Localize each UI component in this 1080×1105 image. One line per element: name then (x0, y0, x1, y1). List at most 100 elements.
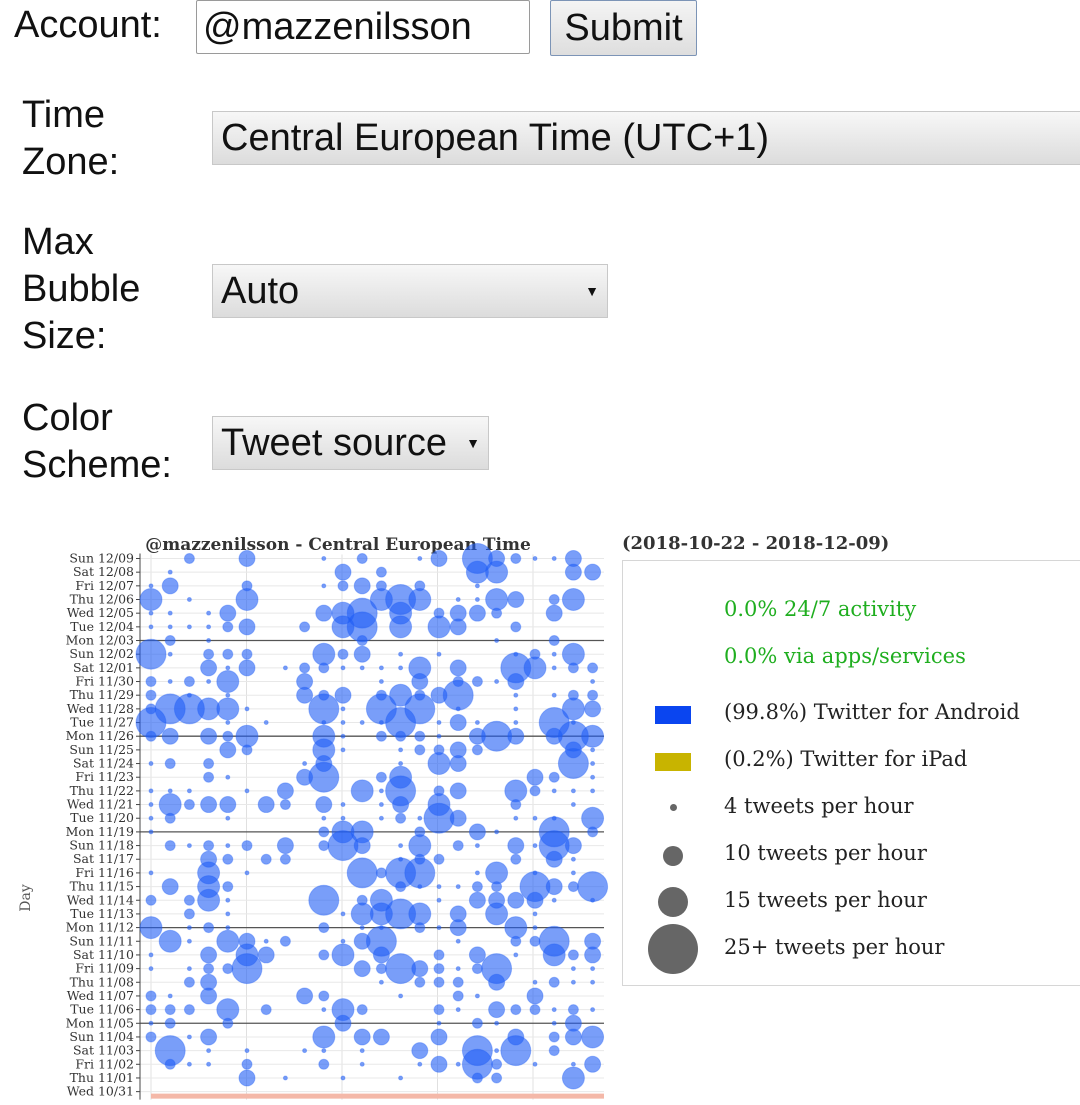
color-scheme-select[interactable]: Tweet source ▼ (212, 416, 489, 470)
bubble (491, 607, 503, 619)
bubble (545, 878, 563, 896)
bubble (222, 730, 234, 742)
bubble (408, 902, 432, 926)
bubble (244, 1048, 250, 1054)
bubble (235, 588, 259, 612)
bubble (529, 1004, 541, 1016)
bubble (433, 963, 445, 975)
bubble (557, 748, 589, 780)
bubble (164, 812, 176, 824)
bubble (485, 902, 509, 926)
bubble (513, 815, 519, 821)
bubble (378, 679, 384, 685)
bubble (353, 577, 371, 595)
timezone-select[interactable]: Central European Time (UTC+1) (212, 111, 1080, 165)
bubble (225, 815, 231, 821)
bubble (449, 618, 467, 636)
bubble (225, 720, 231, 726)
bubble (548, 1045, 560, 1057)
bubble (570, 788, 576, 794)
bubble (183, 894, 195, 906)
bubble (356, 1004, 368, 1016)
bubble (584, 946, 602, 964)
bubble (318, 826, 330, 838)
bubble (148, 815, 154, 821)
bubble (590, 897, 596, 903)
bubble-size-select[interactable]: Auto ▼ (212, 264, 608, 318)
size-4-dot (670, 804, 677, 811)
bubble (353, 645, 371, 663)
bubble (203, 840, 215, 852)
bubble (299, 621, 311, 633)
bubble (427, 752, 451, 776)
bubble (148, 788, 154, 794)
bubble (222, 963, 234, 975)
submit-button[interactable]: Submit (550, 0, 697, 56)
bubble (551, 692, 557, 698)
bubble (494, 1020, 500, 1026)
bubble (183, 799, 195, 811)
bubble (340, 733, 346, 739)
bubble (436, 884, 442, 890)
bubble (186, 966, 192, 972)
timezone-select-value: Central European Time (UTC+1) (221, 117, 770, 159)
bubble (395, 812, 407, 824)
bubble (222, 621, 234, 633)
bubble (471, 1072, 483, 1084)
bubble (548, 635, 560, 647)
bubble (167, 610, 173, 616)
bubble (504, 916, 528, 940)
bubble (139, 916, 163, 940)
bubble (449, 755, 467, 773)
bubble (392, 796, 410, 814)
color-scheme-label: Color Scheme: (22, 395, 172, 489)
size-10-dot (663, 846, 683, 866)
bubble (481, 720, 513, 752)
bubble (474, 583, 480, 589)
bubble (526, 768, 544, 786)
bubble (340, 1075, 346, 1081)
bubble (219, 741, 237, 759)
bubble (203, 758, 215, 770)
bubble (581, 724, 605, 748)
bubble (375, 963, 387, 975)
account-input[interactable] (196, 0, 530, 54)
bubble (551, 665, 557, 671)
bubble (455, 884, 461, 890)
bubble (510, 1004, 522, 1016)
bubble (321, 720, 327, 726)
bubble (436, 651, 442, 657)
bubble (526, 987, 544, 1005)
bubble (139, 588, 163, 612)
bubble (532, 979, 538, 985)
bubble (225, 925, 231, 931)
bubble (570, 856, 576, 862)
bubble (414, 922, 426, 934)
bubble (564, 837, 582, 855)
bubble (389, 615, 413, 639)
bubble (359, 665, 365, 671)
bubble (321, 556, 327, 561)
bubble (299, 662, 311, 674)
bubble (359, 925, 365, 931)
bubble (356, 635, 368, 647)
bubble (567, 1004, 579, 1016)
bubble (200, 659, 218, 677)
bubble (340, 747, 346, 753)
bubble (318, 949, 330, 961)
bubble (590, 761, 596, 767)
bubble (442, 679, 474, 711)
bubble (567, 662, 579, 674)
bubble (148, 952, 154, 958)
bubble (135, 638, 167, 670)
bubble (216, 670, 240, 694)
bubble (164, 635, 176, 647)
bubble (417, 556, 423, 561)
bubble (222, 881, 234, 893)
bubble (436, 733, 442, 739)
bubble (164, 1004, 176, 1016)
bubble (145, 1031, 157, 1043)
bubble (471, 744, 483, 756)
bubble (186, 1034, 192, 1040)
bubble (145, 990, 157, 1002)
